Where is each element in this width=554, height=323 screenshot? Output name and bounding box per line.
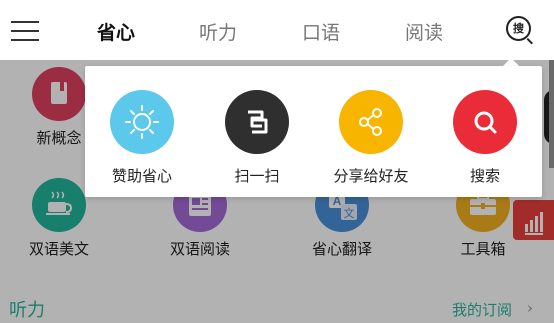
popup-item-sponsor[interactable]: 赞助省心 — [87, 90, 197, 186]
popup-item-label: 搜索 — [469, 167, 500, 185]
popup-item-label: 分享给好友 — [333, 167, 409, 185]
popup-item-share[interactable]: 分享给好友 — [316, 90, 426, 186]
search-icon-handle — [526, 38, 533, 45]
search-button[interactable]: 搜 — [506, 16, 536, 46]
menu-icon-line — [11, 21, 39, 23]
scan-icon — [225, 90, 289, 154]
popup-item-search[interactable]: 搜索 — [430, 90, 540, 186]
share-icon — [339, 90, 403, 154]
tab-speaking[interactable]: 口语 — [286, 18, 356, 45]
popup-menu: 赞助省心 扫一扫 分享给好友 搜索 — [85, 66, 542, 197]
menu-icon-line — [11, 39, 39, 41]
sun-icon — [110, 90, 174, 154]
popup-item-label: 赞助省心 — [111, 167, 172, 185]
tab-shengxin[interactable]: 省心 — [81, 18, 151, 45]
menu-icon-line — [11, 30, 39, 32]
search-icon — [453, 90, 517, 154]
tab-reading[interactable]: 阅读 — [389, 18, 459, 45]
popup-arrow — [503, 58, 519, 66]
popup-item-label: 扫一扫 — [234, 167, 280, 185]
top-navigation-bar: 省心 听力 口语 阅读 搜 — [0, 0, 554, 60]
tab-listening[interactable]: 听力 — [183, 18, 253, 45]
popup-item-scan[interactable]: 扫一扫 — [202, 90, 312, 186]
menu-icon[interactable] — [11, 19, 39, 41]
